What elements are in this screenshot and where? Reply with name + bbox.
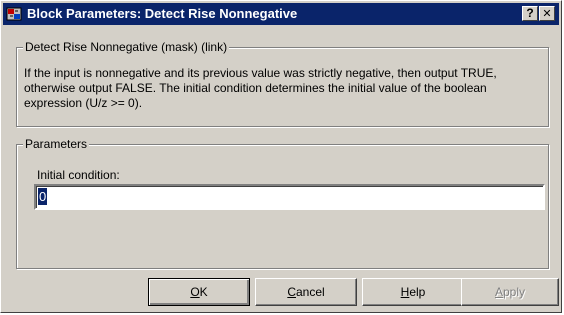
cancel-label-rest: ancel (295, 285, 325, 299)
simulink-block-icon (6, 7, 22, 21)
help-label-rest: elp (409, 285, 426, 299)
help-button[interactable]: Help (362, 278, 464, 306)
title-close-button[interactable]: ✕ (539, 6, 555, 21)
description-group-title: Detect Rise Nonnegative (mask) (link) (23, 40, 230, 55)
title-help-button[interactable]: ? (522, 6, 538, 21)
window-title: Block Parameters: Detect Rise Nonnegativ… (27, 6, 298, 21)
parameters-group-title: Parameters (23, 137, 90, 152)
ok-label-rest: K (199, 285, 208, 299)
block-description: If the input is nonnegative and its prev… (24, 66, 497, 110)
close-icon: ✕ (542, 8, 552, 20)
title-bar[interactable]: Block Parameters: Detect Rise Nonnegativ… (3, 3, 559, 25)
apply-button[interactable]: Apply (461, 278, 559, 306)
initial-condition-label: Initial condition: (37, 168, 120, 182)
apply-label-rest: pply (503, 285, 526, 299)
cancel-button[interactable]: Cancel (255, 278, 357, 306)
cancel-mnemonic: C (287, 285, 296, 299)
apply-mnemonic: A (494, 285, 503, 299)
ok-button[interactable]: OK (148, 278, 250, 306)
initial-condition-input[interactable] (34, 184, 545, 210)
ok-mnemonic: O (190, 285, 200, 299)
initial-condition-value[interactable]: 0 (38, 188, 48, 205)
dialog-window: Block Parameters: Detect Rise Nonnegativ… (0, 0, 562, 313)
